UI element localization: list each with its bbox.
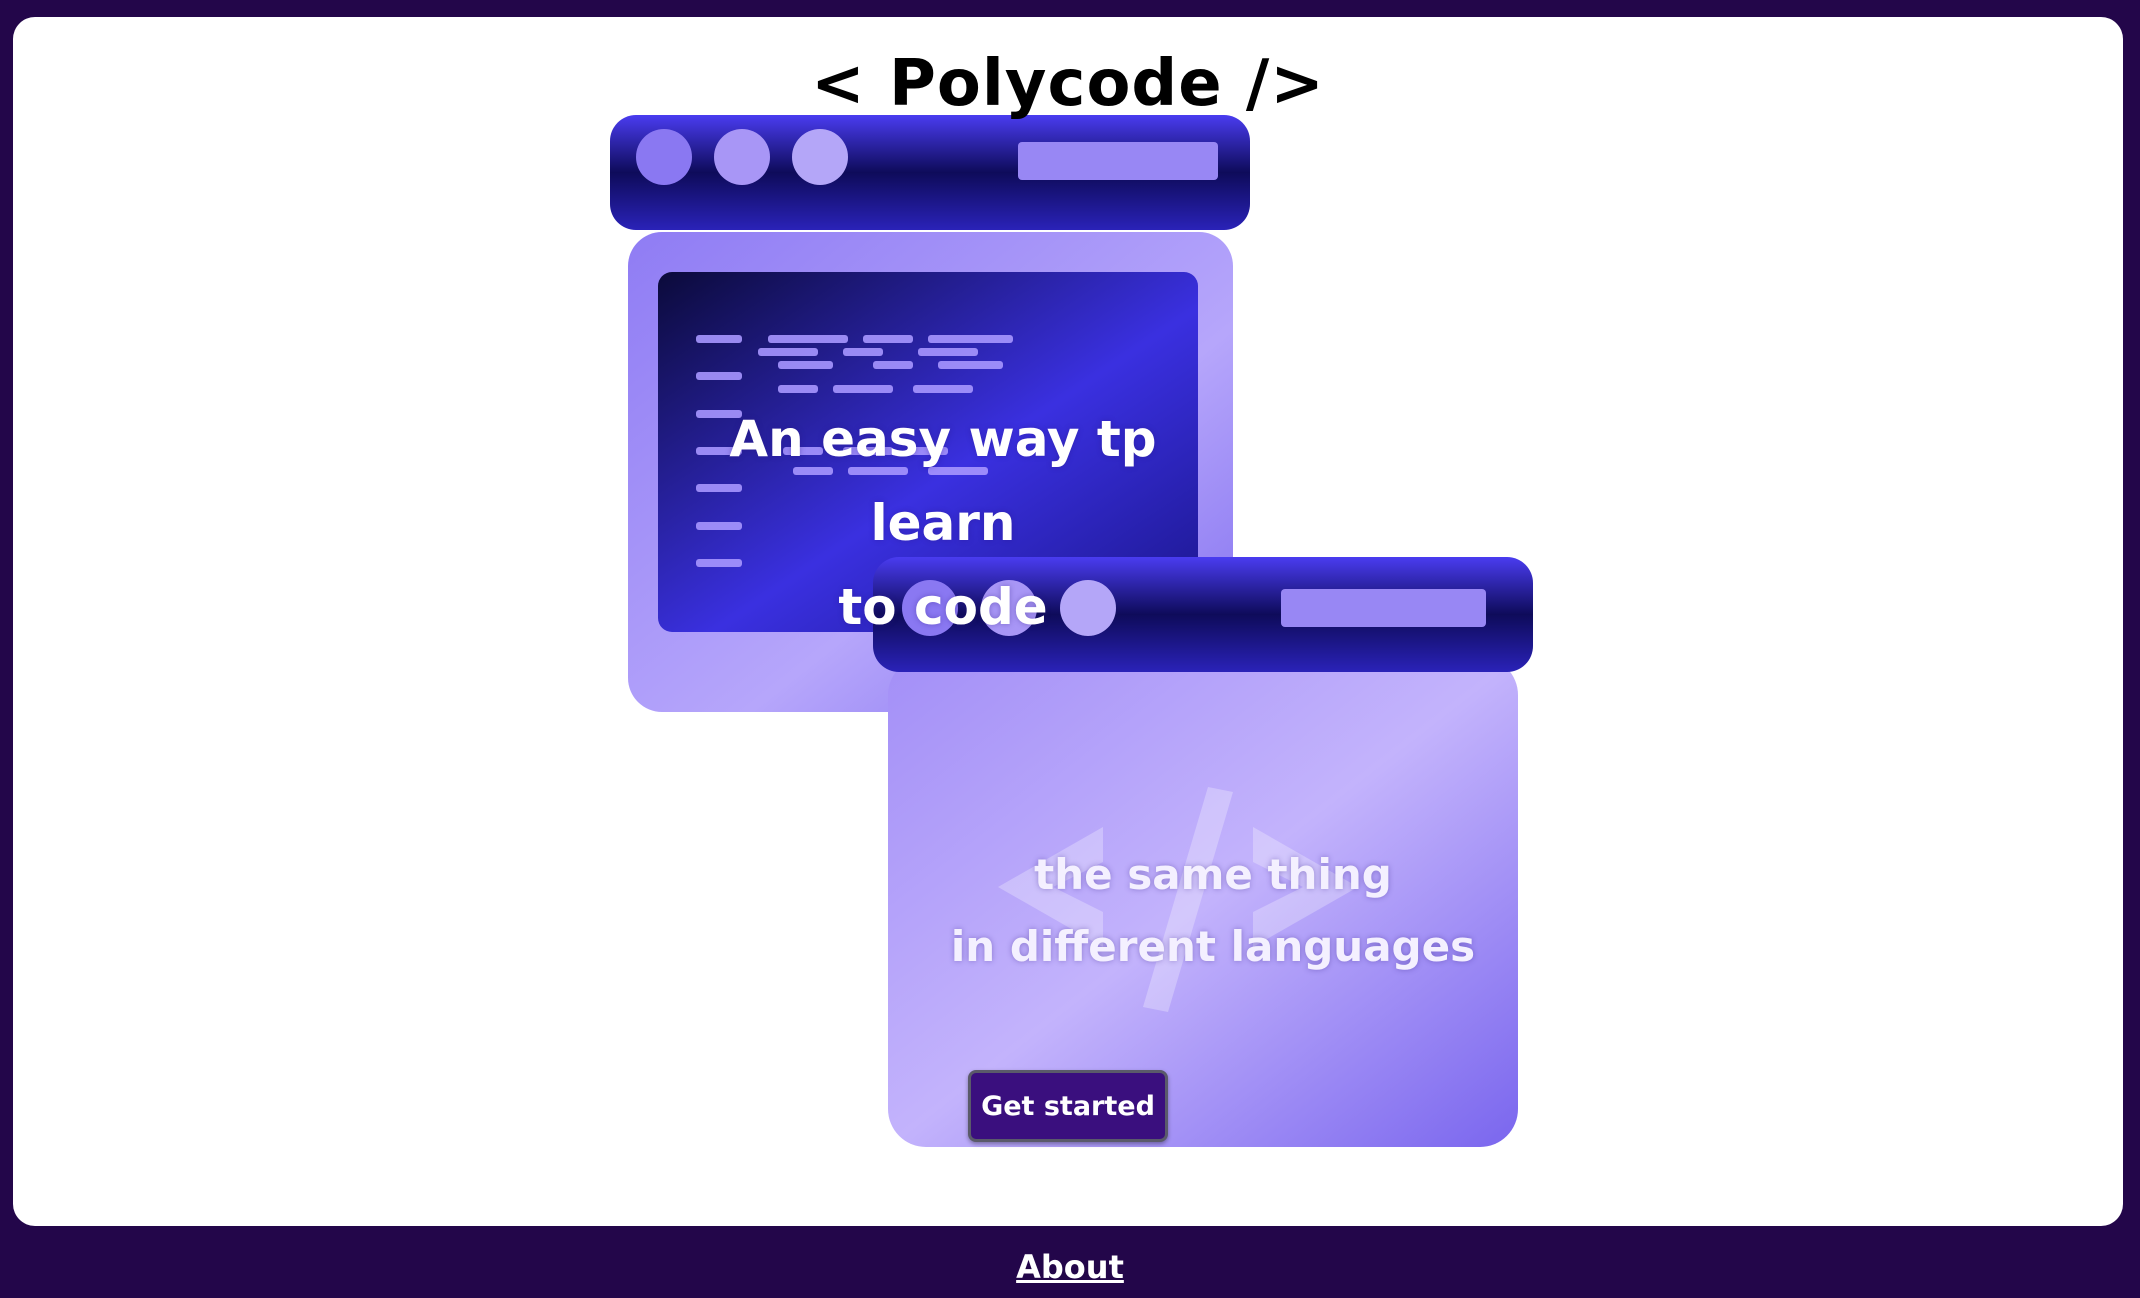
hero-line-1: An easy way tp learn <box>729 410 1157 552</box>
logo-title: < Polycode /> <box>811 47 1325 121</box>
hero-line-3: the same thing <box>1034 850 1392 899</box>
about-link[interactable]: About <box>0 1248 2140 1286</box>
hero-line-4: in different languages <box>950 922 1476 971</box>
get-started-button[interactable]: Get started <box>968 1070 1168 1142</box>
hero-subheadline: the same thing in different languages <box>943 839 1483 983</box>
hero-headline: An easy way tp learn to code <box>653 397 1233 649</box>
main-card: < Polycode /> An easy way tp learn to co… <box>13 17 2123 1226</box>
hero-line-2: to code <box>838 578 1048 636</box>
